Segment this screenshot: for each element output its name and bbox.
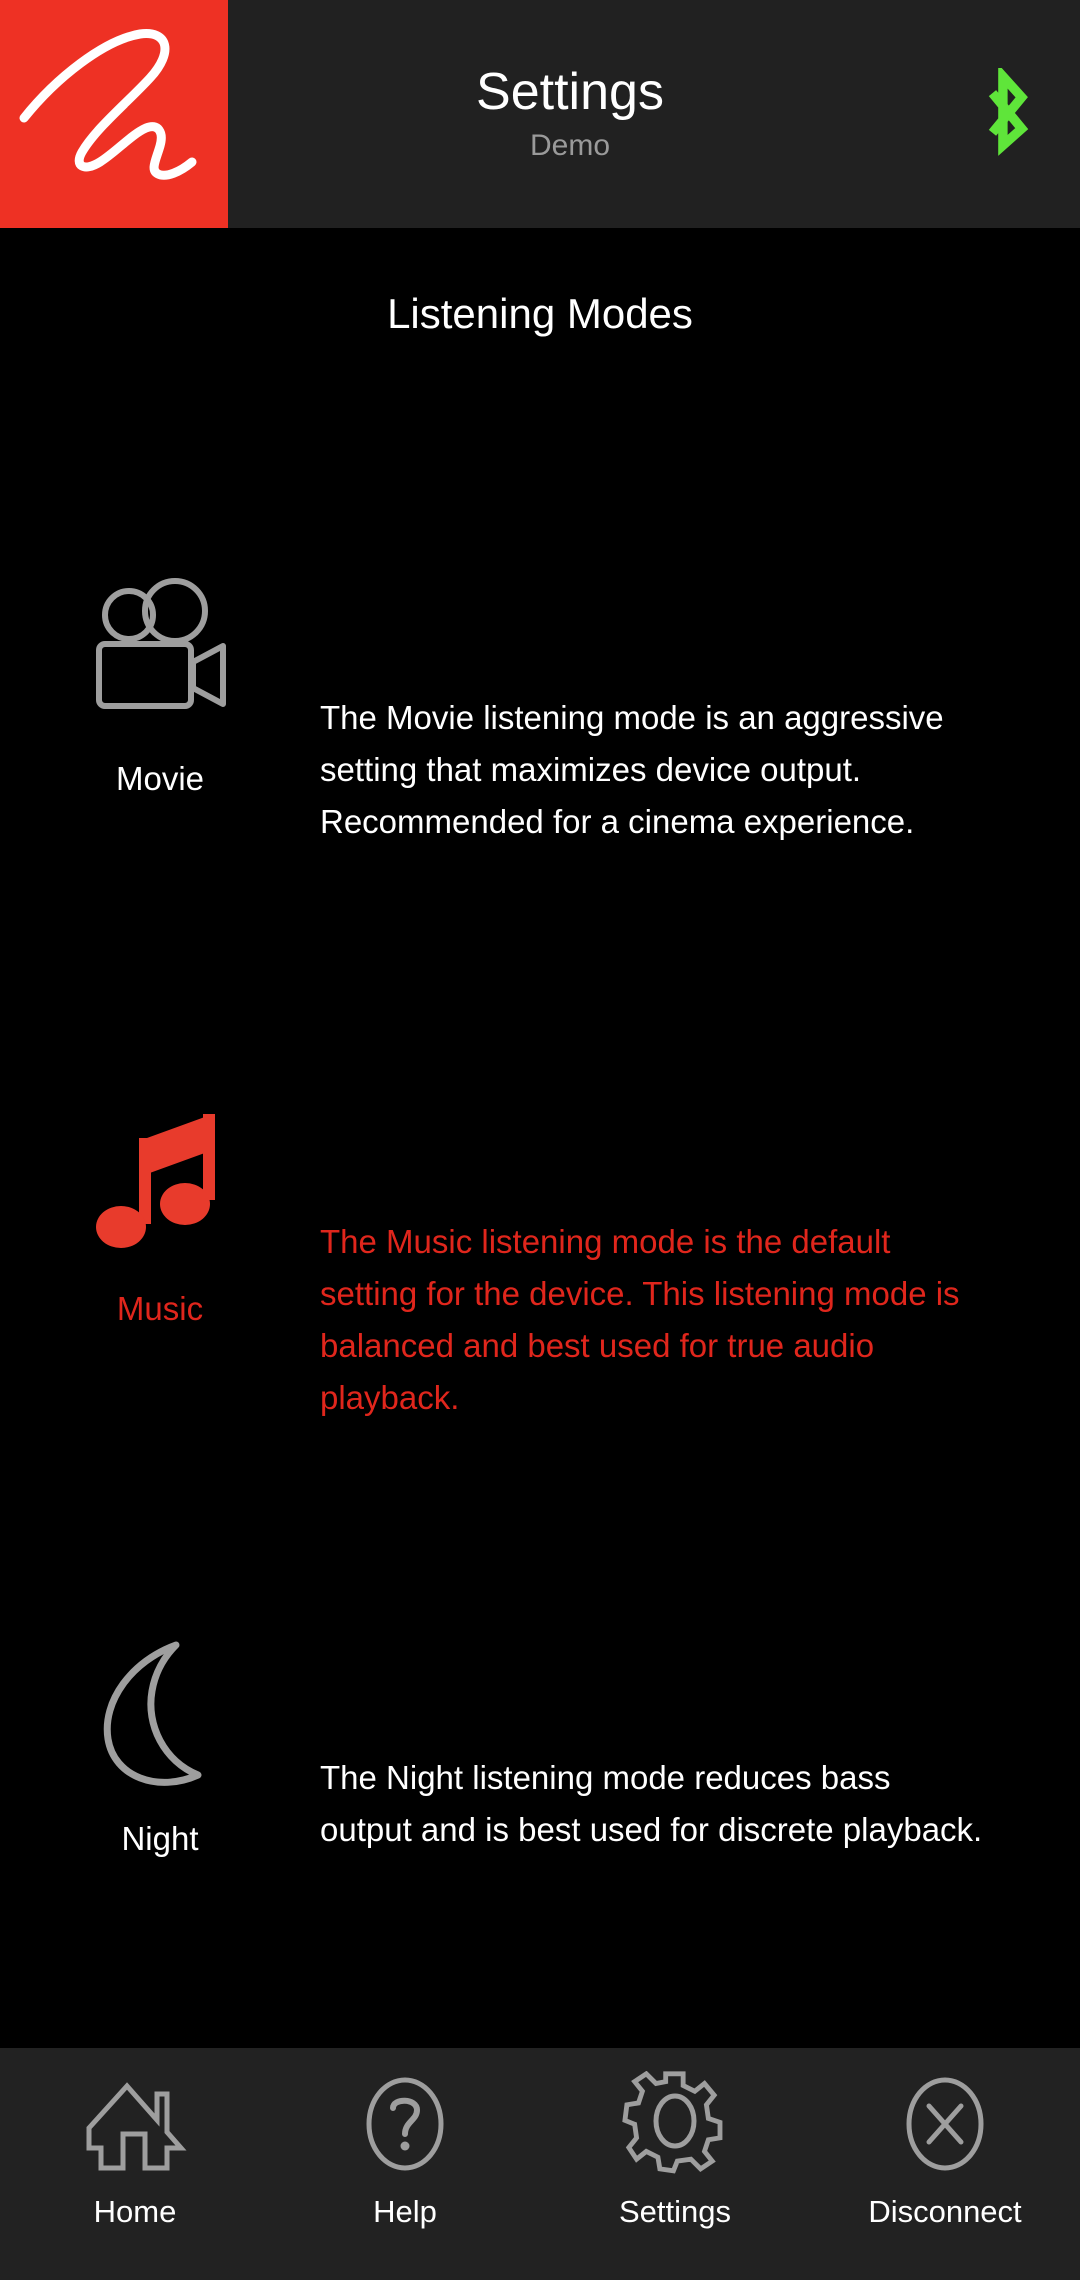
- mode-icon-wrap: [45, 1088, 275, 1278]
- mode-label: Movie: [115, 760, 205, 797]
- mode-icon-wrap: [45, 558, 275, 748]
- home-icon: [86, 2082, 187, 2171]
- nav-item-settings[interactable]: Settings: [540, 2048, 810, 2230]
- listening-mode-music[interactable]: Music The Music listening mode is the de…: [0, 1088, 1080, 1425]
- main-content: Listening Modes Movie The Movie listenin…: [0, 228, 1080, 2048]
- section-heading: Listening Modes: [387, 290, 693, 337]
- brand-script-logo-icon: [19, 29, 197, 180]
- nav-icon-wrap: [353, 2070, 457, 2178]
- nav-item-home[interactable]: Home: [0, 2048, 270, 2230]
- music-note-icon: [96, 1114, 215, 1248]
- gear-icon: [622, 2071, 723, 2174]
- nav-icon-wrap: [83, 2070, 187, 2178]
- movie-camera-icon: [96, 578, 226, 709]
- listening-mode-night[interactable]: Night The Night listening mode reduces b…: [0, 1618, 1080, 1858]
- mode-icon-column: Movie: [0, 558, 320, 798]
- mode-description: The Music listening mode is the default …: [320, 1223, 960, 1417]
- nav-label: Disconnect: [868, 2194, 1022, 2229]
- page-title: Settings: [476, 62, 664, 121]
- header-title-group: Settings Demo: [210, 0, 930, 228]
- mode-icon-column: Night: [0, 1618, 320, 1858]
- bluetooth-icon: [988, 68, 1029, 156]
- app-screen: Settings Demo Listening Modes Movie The …: [0, 0, 1080, 2280]
- page-subtitle: Demo: [529, 129, 611, 163]
- nav-item-disconnect[interactable]: Disconnect: [810, 2048, 1080, 2230]
- nav-label: Home: [93, 2194, 177, 2229]
- bluetooth-status-button[interactable]: [930, 0, 1080, 228]
- listening-mode-movie[interactable]: Movie The Movie listening mode is an agg…: [0, 558, 1080, 848]
- mode-description: The Movie listening mode is an aggressiv…: [320, 699, 944, 841]
- brand-logo-button[interactable]: [0, 0, 228, 228]
- nav-icon-wrap: [893, 2070, 997, 2178]
- close-circle-icon: [906, 2077, 984, 2171]
- mode-icon-column: Music: [0, 1088, 320, 1328]
- bottom-navigation-bar: Home Help Settings Disconnect: [0, 2048, 1080, 2280]
- nav-label: Help: [373, 2194, 437, 2229]
- mode-label: Music: [116, 1290, 204, 1327]
- crescent-moon-icon: [103, 1641, 202, 1786]
- question-circle-icon: [366, 2077, 444, 2171]
- nav-item-help[interactable]: Help: [270, 2048, 540, 2230]
- mode-icon-wrap: [45, 1618, 275, 1808]
- nav-icon-wrap: [622, 2070, 728, 2178]
- mode-description: The Night listening mode reduces bass ou…: [320, 1759, 983, 1849]
- app-header: Settings Demo: [0, 0, 1080, 228]
- nav-label: Settings: [618, 2194, 731, 2229]
- mode-label: Night: [121, 1820, 199, 1857]
